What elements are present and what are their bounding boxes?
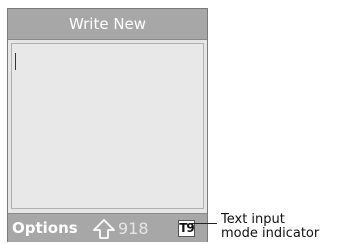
phone-screen: Write New Options 918 T9 bbox=[7, 8, 208, 242]
callout-line-2: mode indicator bbox=[221, 226, 320, 241]
text-cursor bbox=[15, 53, 16, 70]
callout-label: Text input mode indicator bbox=[221, 213, 319, 241]
softkey-bar: Options 918 T9 bbox=[8, 213, 207, 242]
screen-title: Write New bbox=[68, 15, 147, 33]
title-bar: Write New bbox=[8, 9, 207, 40]
shift-arrow-up-icon bbox=[93, 219, 115, 239]
callout-line-1: Text input bbox=[221, 212, 285, 227]
options-softkey[interactable]: Options bbox=[12, 219, 78, 237]
remaining-character-count: 918 bbox=[118, 219, 149, 238]
callout-leader-line bbox=[189, 223, 217, 224]
message-text-area[interactable] bbox=[11, 43, 204, 209]
figure: Write New Options 918 T9 Text input mode… bbox=[0, 0, 337, 244]
